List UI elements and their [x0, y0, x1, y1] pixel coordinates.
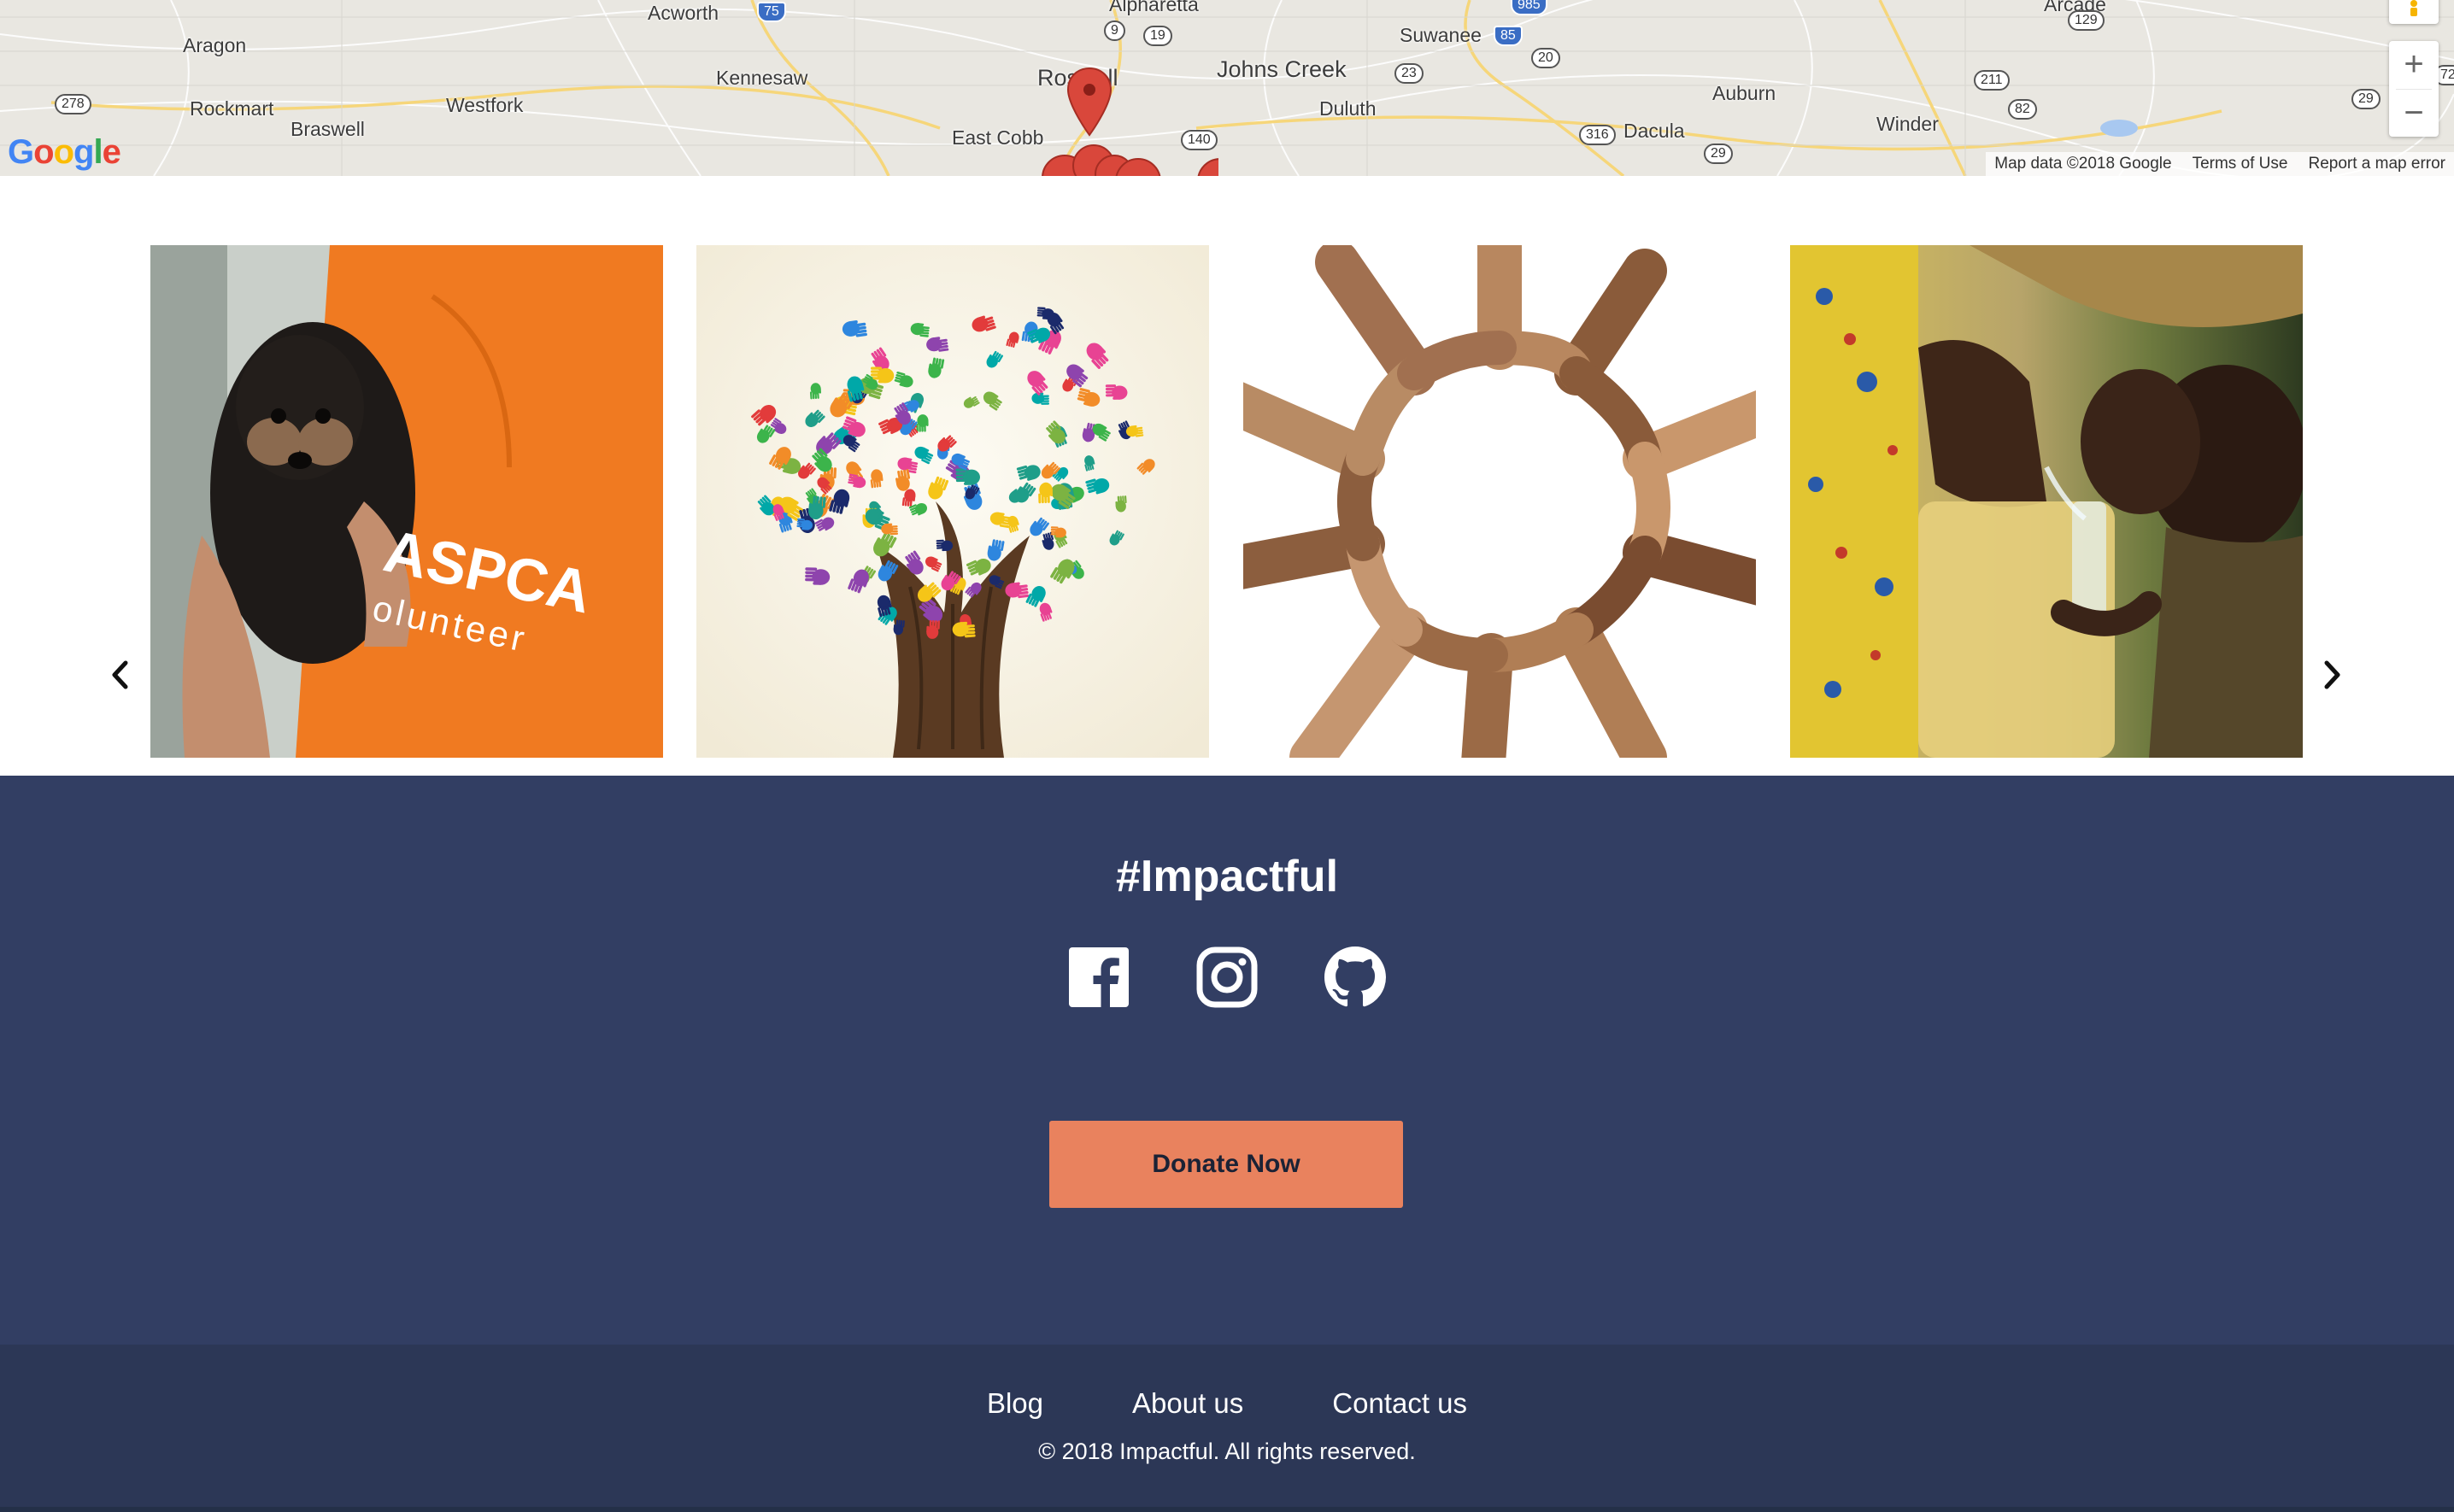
instagram-icon — [1196, 946, 1258, 1008]
highway-shield: 278 — [55, 94, 91, 114]
carousel-prev-button[interactable] — [103, 656, 137, 694]
facebook-icon — [1069, 947, 1129, 1007]
footer-nav: Blog About us Contact us — [0, 1387, 2454, 1420]
map-attribution-bar: Map data ©2018 Google Terms of Use Repor… — [1986, 152, 2454, 176]
linked-arms-image — [1243, 245, 1756, 758]
map-label: Aragon — [183, 34, 247, 56]
chevron-right-icon — [2324, 660, 2340, 689]
footer-link-about-us[interactable]: About us — [1132, 1387, 1243, 1420]
map-pin-icon[interactable] — [1066, 67, 1113, 137]
site-footer: Blog About us Contact us © 2018 Impactfu… — [0, 1345, 2454, 1512]
map-widget[interactable]: Acworth Alpharetta Suwanee Arcade Aragon… — [0, 0, 2454, 176]
map-label: Winder — [1876, 113, 1939, 135]
zoom-control[interactable]: + − — [2389, 41, 2439, 137]
report-map-error-link[interactable]: Report a map error — [2308, 155, 2445, 173]
zoom-in-button[interactable]: + — [2389, 41, 2439, 89]
highway-shield: 20 — [1531, 48, 1560, 68]
highway-shield: 19 — [1143, 26, 1172, 46]
highway-shield: 211 — [1974, 70, 2010, 91]
footer-bottom-strip — [0, 1507, 2454, 1512]
map-label: Alpharetta — [1109, 0, 1199, 15]
chevron-left-icon — [112, 660, 128, 689]
puppy-image: ASPCA olunteer — [150, 245, 663, 758]
highway-shield: 29 — [1704, 144, 1733, 164]
image-carousel: ASPCA olunteer — [0, 176, 2454, 776]
footer-link-blog[interactable]: Blog — [987, 1387, 1043, 1420]
highway-shield: 23 — [1394, 63, 1424, 84]
pegman-icon[interactable] — [2389, 0, 2439, 24]
carousel-slide[interactable]: ASPCA olunteer — [150, 245, 663, 758]
instagram-link[interactable] — [1196, 946, 1258, 1008]
footer-link-contact-us[interactable]: Contact us — [1332, 1387, 1467, 1420]
map-label: Suwanee — [1400, 24, 1482, 46]
highway-shield: 985 — [1511, 0, 1547, 15]
highway-shield: 316 — [1579, 125, 1616, 145]
donate-now-button[interactable]: Donate Now — [1049, 1121, 1403, 1208]
carousel-slide[interactable] — [1243, 245, 1756, 758]
highway-shield: 29 — [2351, 89, 2381, 109]
highway-shield: 75 — [757, 2, 786, 22]
map-label: Acworth — [648, 2, 719, 24]
map-label: Dacula — [1623, 120, 1685, 142]
map-label: Johns Creek — [1217, 56, 1347, 82]
google-logo: Google — [8, 133, 121, 171]
highway-shield: 85 — [1494, 26, 1523, 46]
copyright-text: © 2018 Impactful. All rights reserved. — [1038, 1439, 1416, 1464]
map-pin-cluster-icon[interactable] — [1022, 133, 1218, 176]
map-label: Auburn — [1712, 82, 1776, 104]
map-label: Duluth — [1319, 97, 1377, 120]
brand-hashtag: #Impactful — [1115, 852, 1339, 901]
terms-of-use-link[interactable]: Terms of Use — [2193, 155, 2288, 173]
highway-shield: 82 — [2008, 99, 2037, 120]
map-label: Rockmart — [190, 97, 274, 120]
handprint-tree-image — [696, 245, 1209, 758]
map-label: Braswell — [291, 118, 365, 140]
children-water-image — [1790, 245, 2303, 758]
highway-shield: 129 — [2068, 10, 2105, 31]
map-label: Kennesaw — [716, 67, 808, 89]
map-label: Westfork — [446, 94, 524, 116]
carousel-slide[interactable] — [696, 245, 1209, 758]
highway-shield: 9 — [1104, 21, 1125, 41]
carousel-next-button[interactable] — [2316, 656, 2350, 694]
social-section: #Impactful Donate Now — [0, 776, 2454, 1345]
github-icon — [1324, 946, 1386, 1007]
github-link[interactable] — [1324, 946, 1386, 1008]
zoom-out-button[interactable]: − — [2389, 90, 2439, 138]
carousel-slide[interactable] — [1790, 245, 2303, 758]
facebook-link[interactable] — [1068, 946, 1130, 1008]
map-attribution: Map data ©2018 Google — [1994, 155, 2172, 173]
social-links — [0, 946, 2454, 1008]
